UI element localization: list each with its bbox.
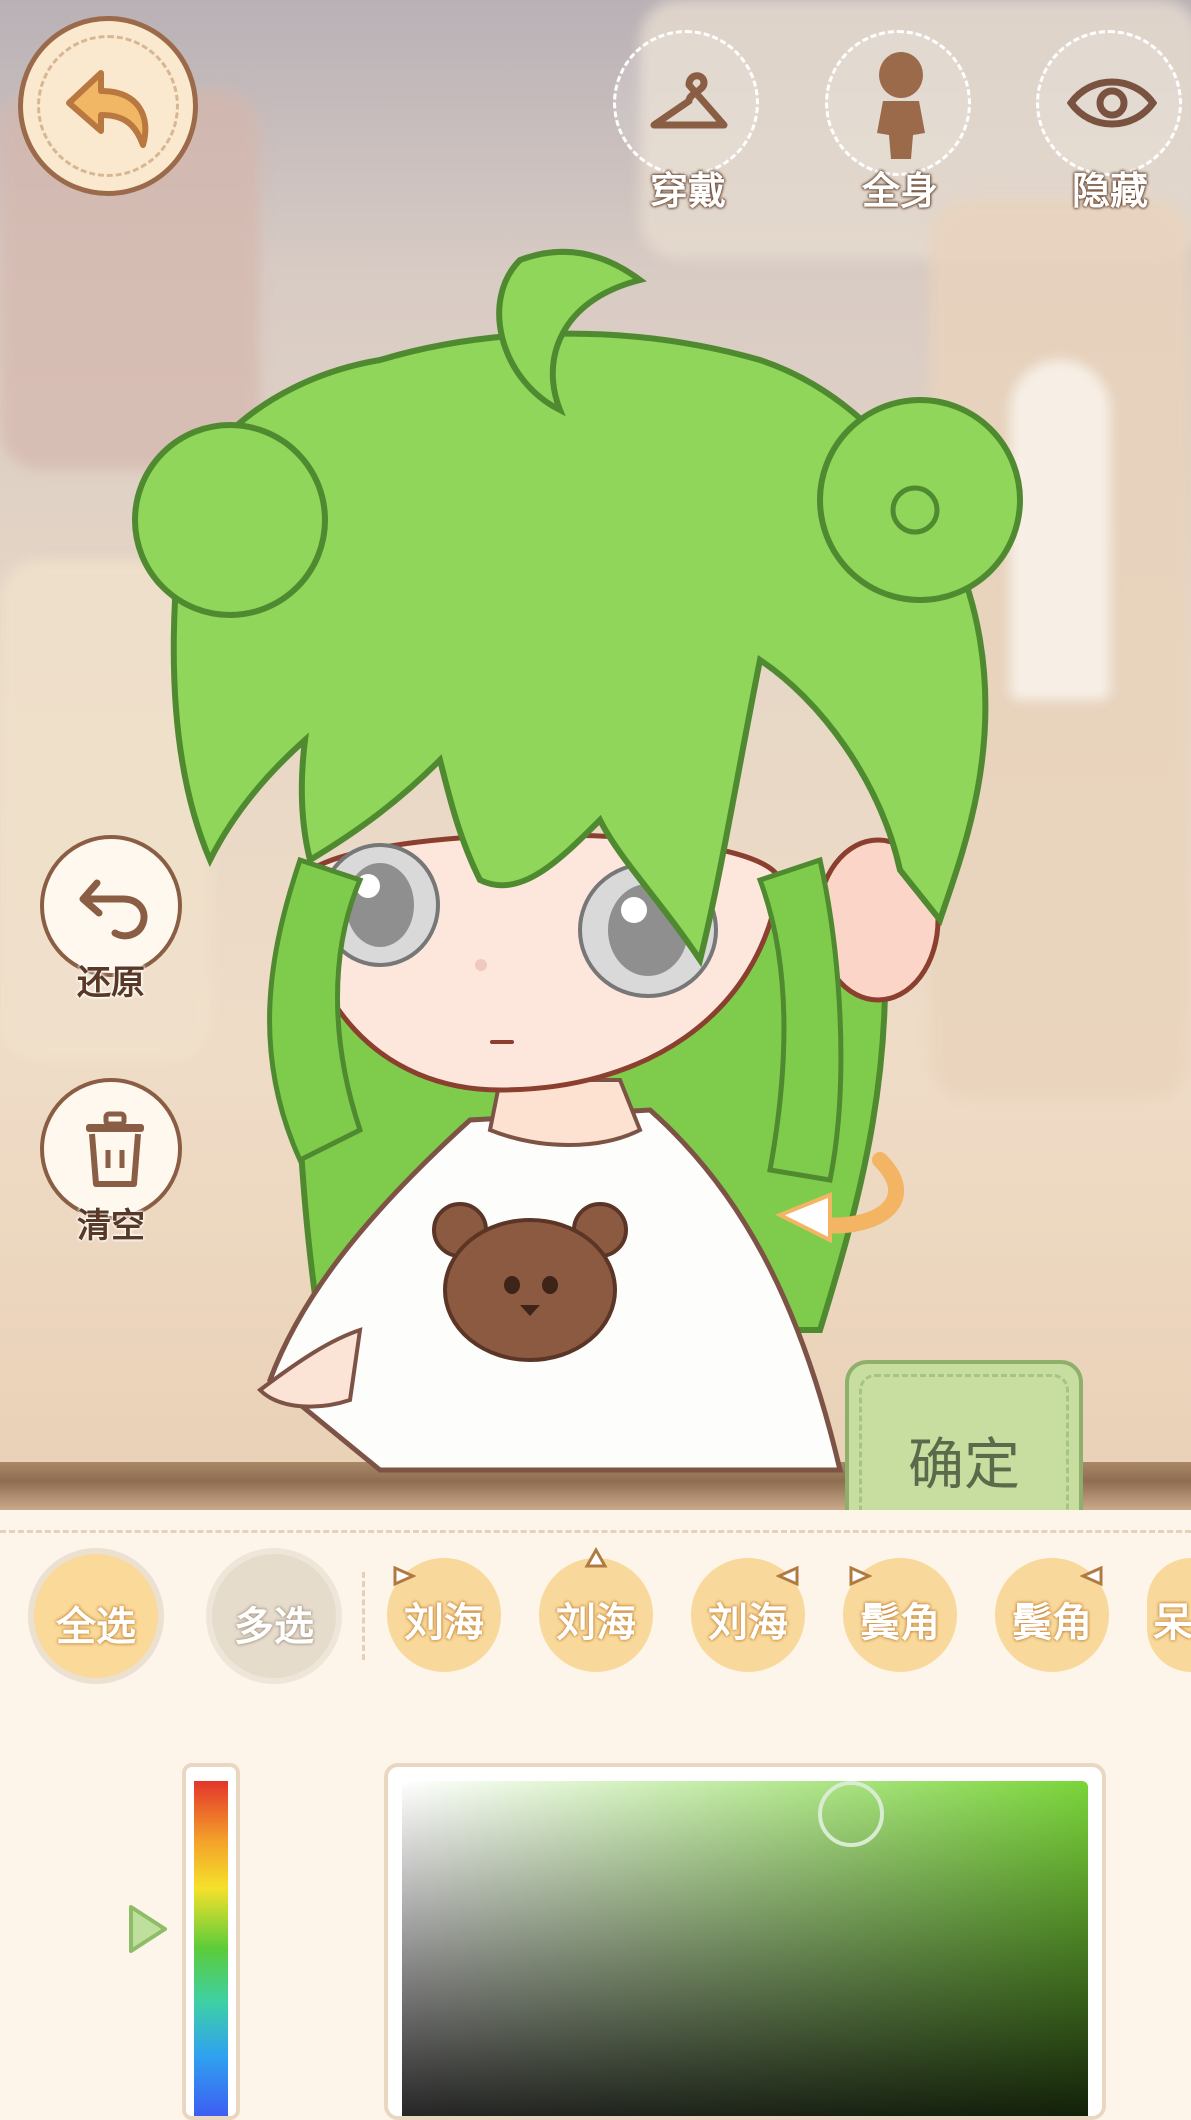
full-body-icon (877, 52, 925, 159)
panel-divider (0, 1530, 1191, 1533)
saturation-value-picker[interactable] (384, 1763, 1106, 2120)
part-label: 鬓角 (1012, 1600, 1092, 1646)
wear-label: 穿戴 (649, 169, 726, 213)
multi-select-label: 多选 (234, 1604, 314, 1650)
part-label: 刘海 (556, 1600, 636, 1646)
trash-icon (86, 1111, 144, 1187)
color-picker-handle[interactable] (818, 1781, 884, 1847)
part-bangs-center[interactable]: 刘海 (539, 1546, 653, 1672)
part-label: 呆 (1153, 1600, 1191, 1646)
hide-label: 隐藏 (1071, 169, 1148, 213)
chibi-character (132, 248, 1023, 1473)
part-label: 刘海 (404, 1600, 484, 1646)
direction-right-icon (775, 1565, 799, 1587)
part-sideburn-left[interactable]: 鬓角 (843, 1558, 957, 1672)
wear-button[interactable] (613, 30, 759, 176)
confirm-button[interactable]: 确定 (845, 1360, 1083, 1525)
back-button[interactable] (18, 16, 198, 196)
select-all-label: 全选 (56, 1604, 136, 1650)
undo-icon (79, 879, 148, 940)
hanger-icon (650, 72, 728, 129)
part-label: 鬓角 (860, 1600, 940, 1646)
hide-button[interactable] (1036, 30, 1182, 176)
part-bangs-left[interactable]: 刘海 (387, 1558, 501, 1672)
chip-divider (362, 1572, 365, 1660)
direction-left-icon (393, 1565, 417, 1587)
select-all-button[interactable]: 全选 (28, 1548, 164, 1684)
clear-label: 清空 (77, 1206, 145, 1246)
hue-slider[interactable] (182, 1763, 240, 2120)
color-gradient-area (402, 1781, 1088, 2116)
full-body-label: 全身 (861, 169, 938, 213)
direction-right-icon (1079, 1565, 1103, 1587)
full-body-button[interactable] (825, 30, 971, 176)
hue-pointer-icon[interactable] (125, 1903, 171, 1955)
character-preview-scene (0, 0, 1191, 1510)
restore-label: 还原 (77, 963, 145, 1003)
direction-left-icon (849, 1565, 873, 1587)
confirm-label: 确定 (908, 1433, 1020, 1498)
multi-select-button[interactable]: 多选 (206, 1548, 342, 1684)
part-bangs-right[interactable]: 刘海 (691, 1558, 805, 1672)
back-arrow-icon (66, 70, 149, 148)
eye-icon (1067, 78, 1157, 128)
part-sideburn-right[interactable]: 鬓角 (995, 1558, 1109, 1672)
direction-up-icon (584, 1546, 608, 1568)
hue-gradient (194, 1781, 228, 2116)
part-label: 刘海 (708, 1600, 788, 1646)
